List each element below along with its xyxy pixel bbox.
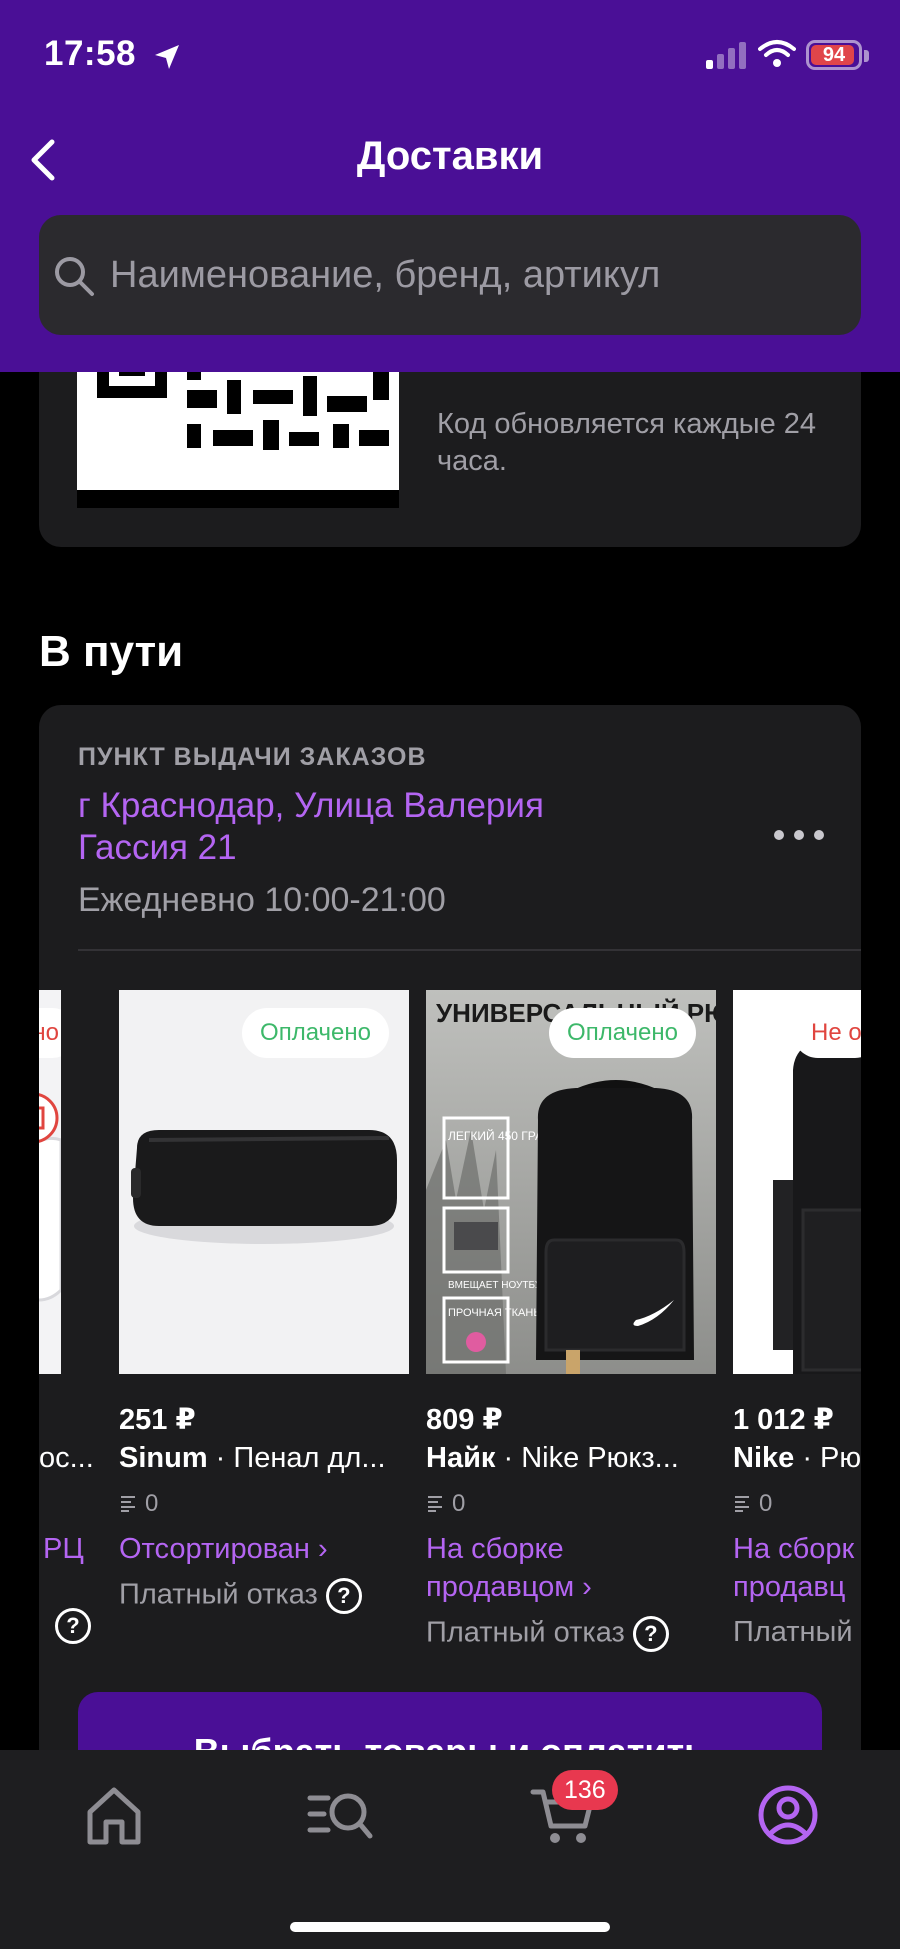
payment-status-badge: Оплачено — [549, 1008, 696, 1058]
delivery-card: ПУНКТ ВЫДАЧИ ЗАКАЗОВ г Краснодар, Улица … — [39, 705, 861, 1815]
battery-level: 94 — [822, 44, 846, 66]
qr-update-note: Код обновляется каждые 24 часа. — [437, 408, 817, 477]
delivery-status-link[interactable]: На сборк продавц — [733, 1530, 861, 1606]
header: 17:58 94 Доставки — [0, 0, 900, 372]
pickup-point-label: ПУНКТ ВЫДАЧИ ЗАКАЗОВ — [78, 743, 427, 771]
product-brand: Найк — [426, 1442, 496, 1474]
battery-cap — [864, 50, 869, 62]
list-icon — [428, 1496, 442, 1512]
paid-refusal-info: Платный — [733, 1616, 853, 1649]
product-price: 809 ₽ — [426, 1404, 503, 1436]
location-arrow-icon — [155, 45, 179, 69]
help-icon[interactable]: ? — [325, 1578, 362, 1614]
paid-refusal-label: Платный — [733, 1616, 853, 1648]
signal-icon — [706, 42, 746, 69]
wifi-icon — [758, 40, 796, 67]
image-feature-laptop: ВМЕЩАЕТ НОУТБУК — [448, 1280, 547, 1291]
paid-refusal-label: Платный отказ — [119, 1578, 318, 1611]
product-quantity: 0 — [733, 1490, 772, 1518]
catalog-search-icon[interactable] — [300, 1780, 380, 1850]
delivery-status-link[interactable]: Отсортирован › — [119, 1530, 419, 1568]
quantity-value: 0 — [759, 1490, 773, 1517]
bottom-navigation: 136 — [0, 1750, 900, 1949]
product-name: Nike · Рю — [733, 1442, 861, 1475]
search-input[interactable] — [110, 235, 850, 315]
pickup-point-address[interactable]: г Краснодар, Улица Валерия Гассия 21 — [78, 785, 638, 869]
section-title-in-transit: В пути — [39, 627, 184, 676]
product-name: Найк · Nike Рюкз... — [426, 1442, 726, 1475]
product-title: ос... — [39, 1442, 94, 1474]
product-title: · Рю — [794, 1442, 861, 1474]
product-title: · Nike Рюкз... — [495, 1442, 679, 1474]
status-bar: 17:58 94 — [0, 0, 900, 110]
pickup-point-hours: Ежедневно 10:00-21:00 — [78, 881, 446, 919]
payment-status-badge: но — [39, 1008, 61, 1058]
help-icon[interactable]: ? — [55, 1608, 91, 1644]
help-icon[interactable]: ? — [632, 1616, 669, 1652]
list-icon — [735, 1496, 749, 1512]
product-price: 1 012 ₽ — [733, 1404, 834, 1436]
home-icon[interactable] — [74, 1780, 154, 1850]
product-image: Оплачено — [119, 990, 409, 1374]
products-carousel[interactable]: но ос... РЦ ? Оплачено 251 ₽ Sinum · Пен… — [39, 990, 861, 1690]
paid-refusal-info: Платный отказ? — [119, 1578, 362, 1614]
battery-indicator: 94 — [806, 40, 862, 70]
product-image: но — [39, 990, 61, 1374]
quantity-value: 0 — [145, 1490, 159, 1517]
payment-status-badge: Не о — [793, 1008, 861, 1058]
more-options-icon[interactable] — [769, 815, 829, 855]
list-icon — [121, 1496, 135, 1512]
cart-count-badge: 136 — [552, 1770, 618, 1810]
product-image: УНИВЕРСАЛЬНЫЙ РЮКЗАК ЛЕГКИЙ 450 ГРАММ ВМ… — [426, 990, 716, 1374]
product-name: ос... — [39, 1442, 99, 1475]
product-quantity: 0 — [426, 1490, 465, 1518]
product-name: Sinum · Пенал дл... — [119, 1442, 419, 1475]
paid-refusal-info: Платный отказ? — [426, 1616, 669, 1652]
search-icon — [55, 257, 94, 296]
home-indicator — [290, 1922, 610, 1932]
quantity-value: 0 — [452, 1490, 466, 1517]
product-price: 251 ₽ — [119, 1404, 196, 1436]
profile-icon[interactable] — [748, 1780, 828, 1850]
product-title: · Пенал дл... — [207, 1442, 386, 1474]
delivery-status-link[interactable]: На сборке продавцом › — [426, 1530, 646, 1606]
product-quantity: 0 — [119, 1490, 158, 1518]
image-feature-fabric: ПРОЧНАЯ ТКАНЬ — [448, 1307, 541, 1319]
page-title: Доставки — [356, 134, 544, 178]
divider — [78, 949, 861, 951]
product-image: Не о — [733, 990, 861, 1374]
product-brand: Sinum — [119, 1442, 208, 1474]
paid-refusal-label: Платный отказ — [426, 1616, 625, 1649]
status-time: 17:58 — [44, 34, 137, 73]
payment-status-badge: Оплачено — [242, 1008, 389, 1058]
product-brand: Nike — [733, 1442, 795, 1474]
